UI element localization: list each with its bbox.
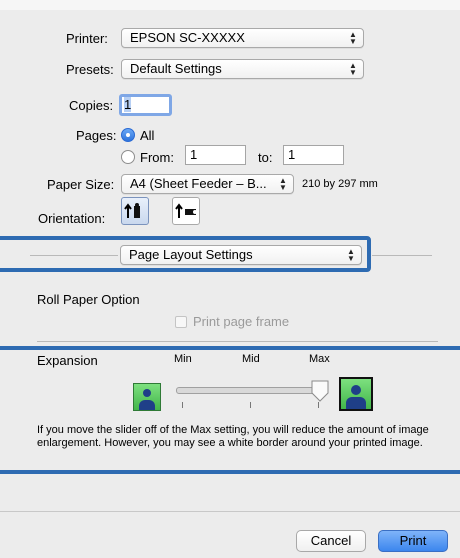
separator-right <box>372 255 432 256</box>
printer-value: EPSON SC-XXXXX <box>130 30 245 45</box>
landscape-icon <box>175 203 197 218</box>
pages-to-field[interactable]: 1 <box>283 145 344 165</box>
pages-all-label: All <box>140 128 155 143</box>
copies-field[interactable]: 1 <box>119 94 172 116</box>
pages-label: Pages: <box>76 128 117 143</box>
orientation-portrait-button[interactable] <box>121 197 149 225</box>
presets-popup[interactable]: Default Settings ▲ ▼ <box>121 59 364 79</box>
popup-arrows-icon: ▲ ▼ <box>279 176 287 192</box>
slider-thumb[interactable] <box>311 380 329 402</box>
expansion-separator <box>37 341 438 342</box>
highlight-line-top <box>0 346 460 350</box>
print-frame-label: Print page frame <box>193 314 290 329</box>
pages-to-value: 1 <box>288 147 296 162</box>
expansion-min-label: Min <box>174 353 192 365</box>
popup-arrows-icon: ▲ ▼ <box>347 247 355 263</box>
orientation-label: Orientation: <box>38 211 106 226</box>
roll-paper-title: Roll Paper Option <box>37 292 140 307</box>
slider-tick <box>250 402 251 408</box>
pages-from-radio[interactable] <box>121 150 135 164</box>
slider-tick <box>318 402 319 408</box>
section-popup[interactable]: Page Layout Settings ▲ ▼ <box>120 245 362 265</box>
expansion-mid-label: Mid <box>242 353 260 365</box>
popup-arrows-icon: ▲ ▼ <box>349 30 357 46</box>
small-image-icon <box>133 383 161 411</box>
printer-popup[interactable]: EPSON SC-XXXXX ▲ ▼ <box>121 28 364 48</box>
orientation-landscape-button[interactable] <box>172 197 200 225</box>
expansion-slider[interactable] <box>170 378 336 414</box>
presets-value: Default Settings <box>130 61 222 76</box>
expansion-label: Expansion <box>37 353 98 368</box>
pages-from-label: From: <box>140 150 174 165</box>
printer-label: Printer: <box>66 31 108 46</box>
pages-from-value: 1 <box>190 147 198 162</box>
print-frame-checkbox[interactable] <box>175 316 187 328</box>
title-bar-strip <box>0 0 460 10</box>
large-image-icon <box>339 377 373 411</box>
slider-tick <box>182 402 183 408</box>
paper-size-label: Paper Size: <box>47 177 115 192</box>
bottom-separator <box>0 511 460 512</box>
slider-track <box>176 387 324 394</box>
copies-value: 1 <box>124 97 132 112</box>
highlight-line-bottom <box>0 470 460 474</box>
paper-size-popup[interactable]: A4 (Sheet Feeder – B... ▲ ▼ <box>121 174 294 194</box>
expansion-max-label: Max <box>309 353 330 365</box>
paper-size-value: A4 (Sheet Feeder – B... <box>130 176 267 191</box>
print-button[interactable]: Print <box>378 530 448 552</box>
pages-all-radio[interactable] <box>121 128 135 142</box>
cancel-button[interactable]: Cancel <box>296 530 366 552</box>
pages-to-label: to: <box>258 150 273 165</box>
portrait-icon <box>124 203 140 218</box>
section-popup-value: Page Layout Settings <box>129 247 253 262</box>
presets-label: Presets: <box>66 62 114 77</box>
popup-arrows-icon: ▲ ▼ <box>349 61 357 77</box>
paper-dimensions: 210 by 297 mm <box>302 178 378 190</box>
copies-label: Copies: <box>69 98 114 113</box>
pages-from-field[interactable]: 1 <box>185 145 246 165</box>
expansion-note: If you move the slider off of the Max se… <box>37 424 429 449</box>
